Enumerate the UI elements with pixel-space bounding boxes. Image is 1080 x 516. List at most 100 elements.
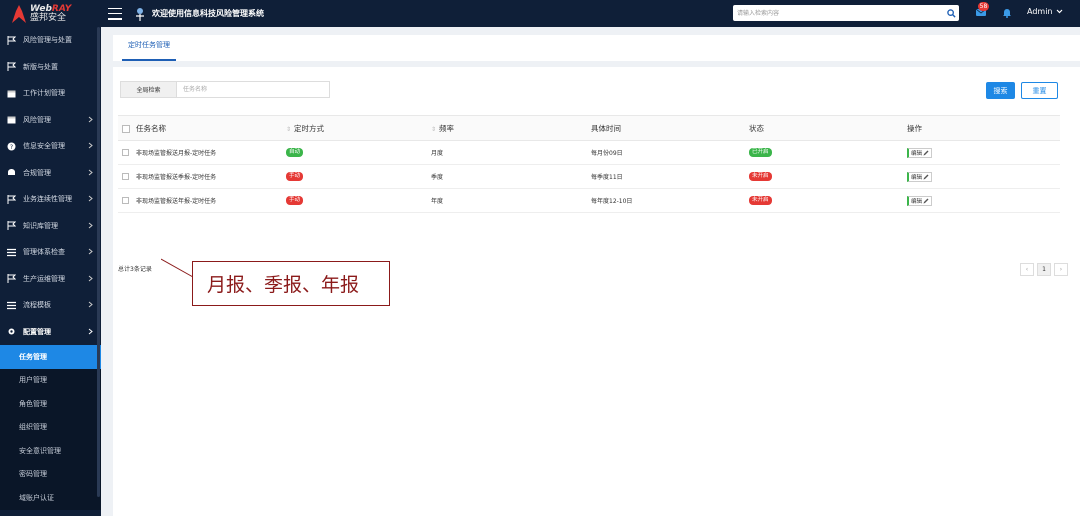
sidebar-item-system-check[interactable]: 管理体系检查 xyxy=(0,239,101,266)
user-name: Admin xyxy=(1027,7,1053,16)
sidebar-item-continuity[interactable]: 业务连续性管理 xyxy=(0,186,101,213)
calendar-icon xyxy=(6,88,16,98)
column-header: 任务名称 xyxy=(136,115,286,141)
sidebar-item-label: 合规管理 xyxy=(23,168,51,177)
logo-en-web: Web xyxy=(30,3,52,14)
row-checkbox[interactable] xyxy=(122,149,129,156)
page-number-button[interactable]: 1 xyxy=(1037,263,1051,276)
sidebar-scrollbar[interactable] xyxy=(97,27,100,497)
system-logo-icon xyxy=(134,7,146,21)
table-row: 非现场监管报送月报-定时任务 自动 月度 每月份09日 已开启 编辑 xyxy=(118,140,1060,165)
edit-button[interactable]: 编辑 xyxy=(907,195,933,206)
column-header[interactable]: ⇕ 定时方式 xyxy=(286,115,431,141)
logo-mark-icon xyxy=(12,4,26,23)
task-name-input[interactable] xyxy=(177,82,329,97)
chevron-right-icon xyxy=(88,169,93,175)
column-header: 具体时间 xyxy=(591,115,749,141)
edit-icon xyxy=(923,198,929,203)
logo-en-ray: RAY xyxy=(51,3,72,14)
edit-button-label: 编辑 xyxy=(911,150,923,157)
tab-scheduled-tasks[interactable]: 定时任务管理 xyxy=(122,35,176,61)
column-header: 操作 xyxy=(907,115,1060,141)
pagination: ‹ 1 › xyxy=(1020,263,1068,276)
sidebar-item-label: 管理体系检查 xyxy=(23,248,65,257)
task-name-cell: 非现场监管报送季报-定时任务 xyxy=(136,164,286,189)
sidebar-item-label: 新版与处置 xyxy=(23,62,58,71)
task-name-cell: 非现场监管报送月报-定时任务 xyxy=(136,140,286,165)
edit-button[interactable]: 编辑 xyxy=(907,147,933,158)
chevron-right-icon xyxy=(88,222,93,228)
sidebar-item-config[interactable]: 配置管理 xyxy=(0,319,101,346)
sidebar: 风险管理与处置 新版与处置 工作计划管理 风险管理 ? 信息安全管理 合规管理 … xyxy=(0,27,101,516)
status-badge: 已开启 xyxy=(749,148,772,157)
sidebar-item-infosec[interactable]: ? 信息安全管理 xyxy=(0,133,101,160)
calendar-icon xyxy=(6,115,16,125)
sidebar-item-work-plan[interactable]: 工作计划管理 xyxy=(0,80,101,107)
hamburger-icon[interactable] xyxy=(108,7,122,20)
sidebar-subitem-user-management[interactable]: 用户管理 xyxy=(0,368,101,392)
sidebar-item-label: 业务连续性管理 xyxy=(23,195,72,204)
sidebar-subitem-task-management[interactable]: 任务管理 xyxy=(0,345,101,369)
mode-tag: 手动 xyxy=(286,172,304,181)
total-count: 总计3条记录 xyxy=(118,266,152,273)
logo-text: WebRAY 盛邦安全 xyxy=(30,3,72,23)
time-cell: 每年度12-10日 xyxy=(591,188,749,213)
column-header-label: 具体时间 xyxy=(591,123,621,133)
question-icon: ? xyxy=(6,141,16,151)
chevron-right-icon xyxy=(88,301,93,308)
table-row: 非现场监管报送年报-定时任务 手动 年度 每年度12-10日 未开启 编辑 xyxy=(118,188,1060,213)
flag-icon xyxy=(6,221,16,231)
reset-button[interactable]: 重置 xyxy=(1021,82,1058,99)
select-all-checkbox[interactable] xyxy=(122,124,130,133)
bell-icon[interactable] xyxy=(1002,8,1012,18)
filter-box: 全局检索 xyxy=(120,81,330,98)
sidebar-item-label: 流程模板 xyxy=(23,301,51,310)
system-title: 欢迎使用信息科技风险管理系统 xyxy=(152,9,264,18)
main-content: 定时任务管理 全局检索 搜索 重置 任务名称 ⇕定时方式 ⇕频率 具体时间 状态… xyxy=(101,27,1080,516)
page-next-button[interactable]: › xyxy=(1054,263,1068,276)
sidebar-item-ops[interactable]: 生产运维管理 xyxy=(0,266,101,293)
sidebar-item-compliance[interactable]: 合规管理 xyxy=(0,160,101,187)
sidebar-subitem-password-management[interactable]: 密码管理 xyxy=(0,462,101,486)
user-menu[interactable]: Admin xyxy=(1027,7,1063,16)
sidebar-subitem-domain-auth[interactable]: 域账户认证 xyxy=(0,486,101,510)
sidebar-item-risk[interactable]: 风险管理 xyxy=(0,107,101,134)
top-search-box xyxy=(733,5,959,21)
task-panel: 全局检索 搜索 重置 任务名称 ⇕定时方式 ⇕频率 具体时间 状态 操作 xyxy=(113,67,1080,516)
sidebar-item-label: 信息安全管理 xyxy=(23,142,65,151)
chevron-right-icon xyxy=(88,328,93,334)
sidebar-subitem-label: 组织管理 xyxy=(19,423,47,432)
list-icon xyxy=(6,247,16,257)
chevron-right-icon xyxy=(88,248,93,255)
column-header[interactable]: ⇕ 频率 xyxy=(431,115,591,141)
table-row: 非现场监管报送季报-定时任务 手动 季度 每季度11日 未开启 编辑 xyxy=(118,164,1060,189)
top-search-input[interactable] xyxy=(733,6,943,20)
frequency-cell: 月度 xyxy=(431,140,591,165)
page-prev-button[interactable]: ‹ xyxy=(1020,263,1034,276)
sidebar-item-new-disposal[interactable]: 新版与处置 xyxy=(0,54,101,81)
column-header-label: 操作 xyxy=(907,123,922,133)
column-header-label: 任务名称 xyxy=(136,123,166,133)
sidebar-subitem-security-awareness[interactable]: 安全意识管理 xyxy=(0,439,101,463)
sidebar-item-label: 工作计划管理 xyxy=(23,89,65,98)
sidebar-subitem-label: 用户管理 xyxy=(19,376,47,385)
flag-icon xyxy=(6,274,16,284)
sidebar-subitem-org-management[interactable]: 组织管理 xyxy=(0,415,101,439)
sidebar-subitem-role-management[interactable]: 角色管理 xyxy=(0,392,101,416)
list-icon xyxy=(6,300,16,310)
tab-bar: 定时任务管理 xyxy=(113,35,1080,61)
edit-button[interactable]: 编辑 xyxy=(907,171,933,182)
mode-tag: 手动 xyxy=(286,196,304,205)
sidebar-item-risk-disposal[interactable]: 风险管理与处置 xyxy=(0,27,101,54)
search-button[interactable]: 搜索 xyxy=(986,82,1015,99)
logo-cn: 盛邦安全 xyxy=(30,12,67,23)
sidebar-item-label: 风险管理 xyxy=(23,115,51,124)
flag-icon xyxy=(6,35,16,45)
task-table: 任务名称 ⇕ 定时方式 ⇕ 频率 具体时间 状态 操作 非现场监管报送月报-定时任务… xyxy=(118,115,1060,213)
sidebar-item-workflow-template[interactable]: 流程模板 xyxy=(0,292,101,319)
sidebar-item-knowledge[interactable]: 知识库管理 xyxy=(0,213,101,240)
row-checkbox[interactable] xyxy=(122,197,129,204)
row-checkbox[interactable] xyxy=(122,173,129,180)
search-icon[interactable] xyxy=(943,6,959,20)
chevron-down-icon xyxy=(1056,9,1062,14)
